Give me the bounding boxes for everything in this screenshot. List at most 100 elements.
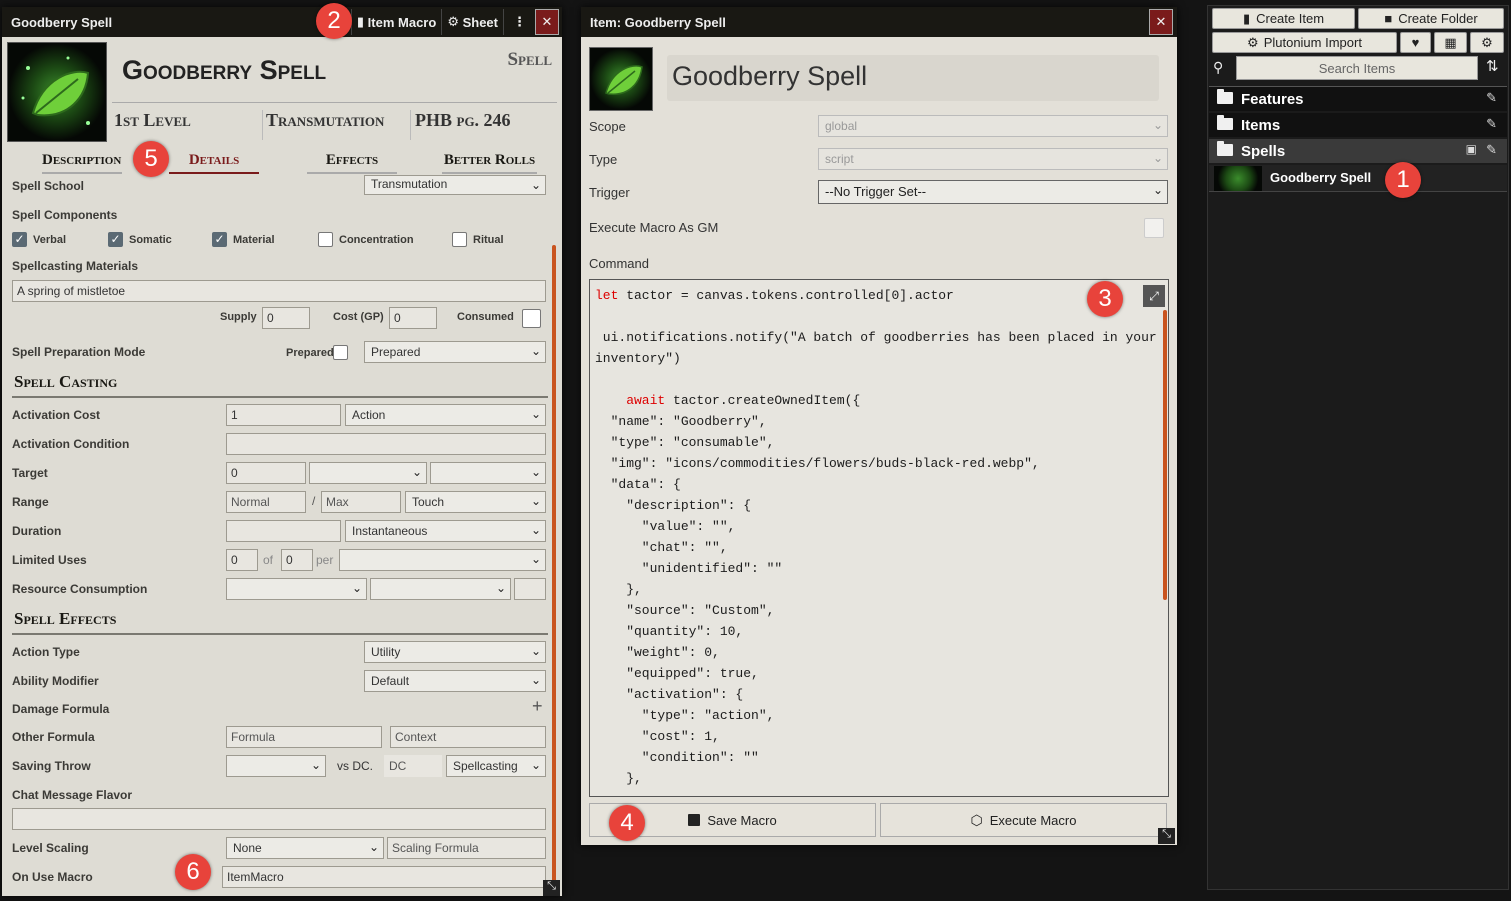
duration-value-input[interactable] <box>226 520 341 542</box>
consumed-checkbox[interactable] <box>522 309 541 328</box>
ability-value: Default <box>371 674 410 688</box>
expand-editor-icon[interactable]: ⤢ <box>1143 285 1165 307</box>
spell-casting-heading: Spell Casting <box>14 372 118 391</box>
activation-condition-input[interactable] <box>226 433 546 455</box>
verbal-checkbox[interactable]: ✓ <box>12 232 27 247</box>
favorites-button[interactable]: ♥ <box>1400 32 1431 53</box>
supply-input[interactable]: 0 <box>262 307 310 329</box>
activation-type-select[interactable]: Action ⌄ <box>345 404 546 426</box>
scope-select[interactable]: global ⌄ <box>818 115 1168 137</box>
other-formula-input[interactable]: Formula <box>226 726 382 748</box>
feather-icon[interactable]: ✎ <box>1486 142 1497 158</box>
resize-handle-icon[interactable]: ⤡ <box>543 880 560 896</box>
code-text: "source": "Custom", <box>595 603 775 618</box>
resize-handle-icon[interactable]: ⤡ <box>1158 828 1175 844</box>
tab-effects[interactable]: Effects <box>307 152 397 174</box>
range-units-select[interactable]: Touch ⌄ <box>405 491 546 513</box>
item-macro-button[interactable]: ▮ Item Macro <box>350 9 441 35</box>
concentration-checkbox[interactable] <box>318 232 333 247</box>
uses-per-select[interactable]: ⌄ <box>339 549 546 571</box>
cost-input[interactable]: 0 <box>389 307 437 329</box>
uses-value-input[interactable]: 0 <box>226 549 258 571</box>
spell-image[interactable] <box>7 42 107 142</box>
save-macro-label: Save Macro <box>707 812 777 828</box>
folder-features[interactable]: Features ✎ <box>1209 87 1507 111</box>
target-value-input[interactable]: 0 <box>226 462 306 484</box>
close-button[interactable]: ✕ <box>1149 9 1173 35</box>
material-checkbox[interactable]: ✓ <box>212 232 227 247</box>
range-max-input[interactable]: Max <box>321 491 401 513</box>
range-normal-input[interactable]: Normal <box>226 491 306 513</box>
folder-spells[interactable]: Spells ▣ ✎ <box>1209 139 1507 163</box>
materials-label: Spellcasting Materials <box>12 259 139 273</box>
ability-select[interactable]: Default ⌄ <box>364 670 546 692</box>
folder-plus-icon[interactable]: ▣ <box>1466 142 1477 156</box>
flavor-input[interactable] <box>12 808 546 830</box>
toolbox-button[interactable]: ▦ <box>1434 32 1467 53</box>
materials-input[interactable]: A spring of mistletoe <box>12 280 546 302</box>
ritual-checkbox[interactable] <box>452 232 467 247</box>
supply-label: Supply <box>220 311 257 323</box>
target-units-select[interactable]: ⌄ <box>309 462 427 484</box>
folder-items[interactable]: Items ✎ <box>1209 113 1507 137</box>
gm-checkbox[interactable] <box>1144 218 1164 238</box>
activation-cost-input[interactable]: 1 <box>226 404 341 426</box>
on-use-macro-input[interactable]: ItemMacro <box>222 866 546 888</box>
tab-better-rolls[interactable]: Better Rolls <box>442 152 537 174</box>
item-name[interactable]: Goodberry Spell <box>122 55 326 86</box>
scaling-formula-input[interactable]: Scaling Formula <box>387 837 546 859</box>
resource-type-select[interactable]: ⌄ <box>226 578 367 600</box>
settings-button[interactable]: ⚙ <box>1470 32 1504 53</box>
tab-details[interactable]: Details <box>169 152 259 174</box>
prep-mode-select[interactable]: Prepared ⌄ <box>364 341 546 363</box>
feather-icon[interactable]: ✎ <box>1486 116 1497 132</box>
sheet-config-button[interactable]: ⚙ Sheet <box>441 9 503 35</box>
code-line: await tactor.createOwnedItem({ <box>595 390 1157 411</box>
duration-units-select[interactable]: Instantaneous ⌄ <box>345 520 546 542</box>
more-options-button[interactable]: ⋮ <box>503 9 535 35</box>
folder-icon: ■ <box>1384 11 1393 26</box>
level-scaling-select[interactable]: None ⌄ <box>226 837 384 859</box>
execute-macro-button[interactable]: ⬡ Execute Macro <box>880 803 1167 837</box>
search-input[interactable]: Search Items <box>1236 56 1478 80</box>
close-button[interactable]: ✕ <box>535 9 559 35</box>
macro-image[interactable] <box>589 47 653 111</box>
macro-window-header[interactable]: Item: Goodberry Spell ✕ <box>581 7 1177 37</box>
spell-school-select[interactable]: Transmutation ⌄ <box>364 175 546 195</box>
saving-scaling-select[interactable]: Spellcasting ⌄ <box>446 755 546 777</box>
dc-input[interactable]: DC <box>384 755 442 777</box>
somatic-checkbox[interactable]: ✓ <box>108 232 123 247</box>
resource-amount-input[interactable] <box>514 578 546 600</box>
scrollbar[interactable] <box>552 245 556 885</box>
action-type-select[interactable]: Utility ⌄ <box>364 641 546 663</box>
uses-max-input[interactable]: 0 <box>281 549 313 571</box>
code-line: "weight": 0, <box>595 642 1157 663</box>
code-text: "weight": 0, <box>595 645 720 660</box>
folder-features-label: Features <box>1241 90 1304 108</box>
sheet-window-header[interactable]: Goodberry Spell ▮ Item Macro ⚙ Sheet ⋮ ✕ <box>2 7 562 37</box>
target-type-select[interactable]: ⌄ <box>430 462 546 484</box>
resource-target-select[interactable]: ⌄ <box>370 578 511 600</box>
code-line: "description": { <box>595 495 1157 516</box>
other-context-input[interactable]: Context <box>390 726 546 748</box>
type-select[interactable]: script ⌄ <box>818 148 1168 170</box>
feather-icon[interactable]: ✎ <box>1486 90 1497 106</box>
macro-name-input[interactable]: Goodberry Spell <box>667 55 1159 101</box>
editor-scrollbar[interactable] <box>1163 310 1167 600</box>
create-item-button[interactable]: ▮ Create Item <box>1212 8 1355 29</box>
document-icon: ▮ <box>356 14 368 29</box>
sidebar-item-goodberry-spell[interactable]: Goodberry Spell <box>1209 165 1507 192</box>
sort-icon[interactable]: ⇅ <box>1486 57 1499 75</box>
add-damage-icon[interactable]: + <box>532 696 543 717</box>
prepared-checkbox[interactable] <box>333 345 348 360</box>
command-editor[interactable]: let tactor = canvas.tokens.controlled[0]… <box>589 279 1169 797</box>
type-label: Type <box>589 152 618 167</box>
code-text: "equipped": true, <box>595 666 759 681</box>
item-type: Spell <box>507 49 552 70</box>
trigger-select[interactable]: --No Trigger Set-- ⌄ <box>818 180 1168 204</box>
saving-ability-select[interactable]: ⌄ <box>226 755 326 777</box>
create-folder-button[interactable]: ■ Create Folder <box>1358 8 1504 29</box>
prepared-label: Prepared <box>286 347 334 359</box>
plutonium-import-button[interactable]: ⚙ Plutonium Import <box>1212 32 1397 53</box>
tab-description[interactable]: Description <box>42 152 122 174</box>
